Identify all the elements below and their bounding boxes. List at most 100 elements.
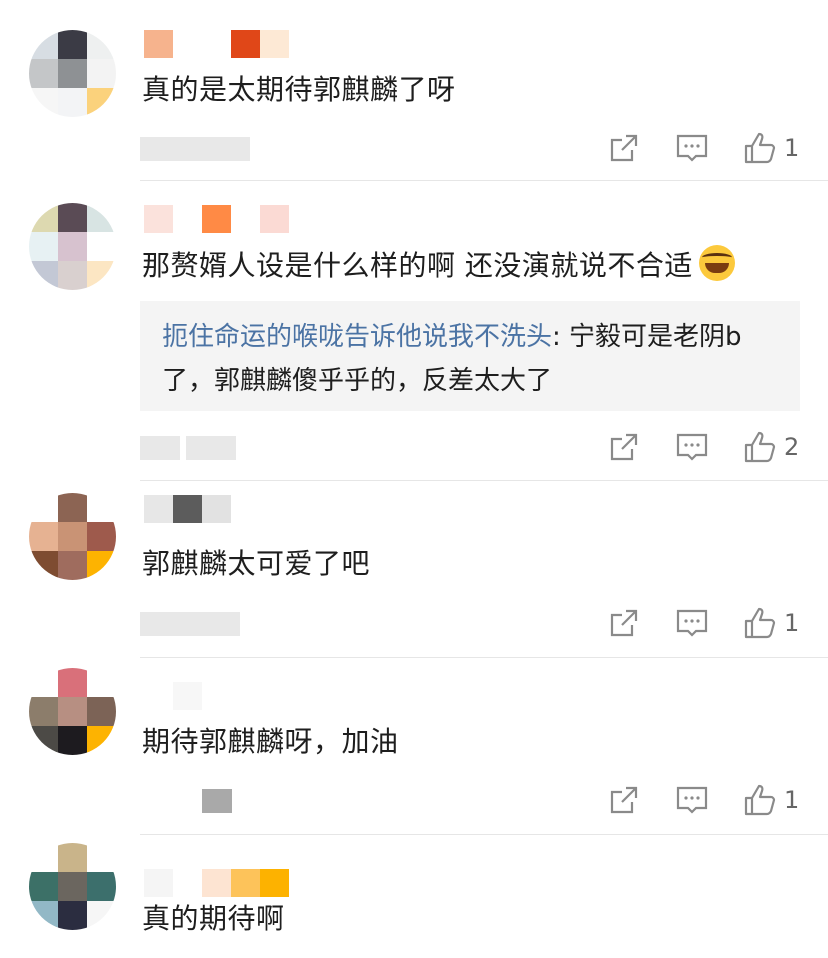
avatar-pixel [29,551,58,580]
avatar-pixel [87,872,116,901]
username-pixel [202,30,231,58]
username-blurred[interactable] [144,682,289,710]
avatar-pixel [87,203,116,232]
comment-item: 郭麒麟太可爱了吧 1 [0,481,828,658]
avatar-pixel [58,59,87,88]
reply-button[interactable] [674,782,710,818]
reply-preview[interactable]: 扼住命运的喉咙告诉他说我不洗头: 宁毅可是老阴b了，郭麒麟傻乎乎的，反差太大了 [140,301,800,411]
avatar-pixel [58,232,87,261]
username-pixel [173,495,202,523]
avatar-pixel [58,88,87,117]
avatar[interactable] [29,843,116,930]
username-pixel [173,682,202,710]
username-pixel [144,205,173,233]
comment-text: 期待郭麒麟呀，加油 [142,725,399,758]
avatar-pixel [29,232,58,261]
share-icon [610,433,638,461]
avatar-pixel [29,872,58,901]
username-pixel [231,869,260,897]
username-pixel [144,682,173,710]
username-pixel [144,869,173,897]
avatar-pixel [87,726,116,755]
avatar-pixel [87,522,116,551]
username-pixel [260,205,289,233]
avatar-pixel [29,203,58,232]
avatar[interactable] [29,203,116,290]
avatar-pixel [29,726,58,755]
avatar-pixel [87,261,116,290]
reply-button[interactable] [674,429,710,465]
username-pixel [260,682,289,710]
laughing-crying-emoji [698,245,735,281]
username-blurred[interactable] [144,495,289,523]
avatar-pixel [58,668,87,697]
share-icon [610,609,638,637]
username-pixel [173,205,202,233]
comment-time-blurred [140,433,236,463]
avatar-pixel [87,232,116,261]
username-pixel [231,682,260,710]
avatar-pixel [29,493,58,522]
avatar[interactable] [29,668,116,755]
username-pixel [202,495,231,523]
avatar-pixel [29,668,58,697]
share-button[interactable] [606,130,642,166]
username-pixel [202,682,231,710]
share-button[interactable] [606,782,642,818]
username-pixel [231,205,260,233]
username-blurred[interactable] [144,205,289,233]
username-pixel [260,30,289,58]
share-icon [610,134,638,162]
avatar-pixel [58,493,87,522]
comment-text: 真的是太期待郭麒麟了呀 [142,73,456,106]
comment-icon [676,786,708,814]
avatar-pixel [29,88,58,117]
avatar-pixel [29,30,58,59]
comment-item: 期待郭麒麟呀，加油 1 [0,658,828,835]
username-blurred[interactable] [144,30,289,58]
avatar-pixel [58,261,87,290]
comment-text: 真的期待啊 [142,902,285,935]
avatar-pixel [87,697,116,726]
reply-button[interactable] [674,605,710,641]
reply-button[interactable] [674,130,710,166]
thumbs-up-icon [744,132,776,164]
thumbs-up-icon [744,784,776,816]
like-button[interactable] [742,130,778,166]
username-pixel [260,869,289,897]
like-button[interactable] [742,605,778,641]
avatar-pixel [87,493,116,522]
avatar-pixel [58,726,87,755]
share-button[interactable] [606,605,642,641]
username-pixel [231,30,260,58]
avatar-pixel [58,551,87,580]
avatar[interactable] [29,493,116,580]
avatar[interactable] [29,30,116,117]
avatar-pixel [58,697,87,726]
comment-item: 真的是太期待郭麒麟了呀 1 [0,0,828,181]
like-count: 1 [784,786,800,814]
comment-time-blurred [140,134,250,164]
username-pixel [202,869,231,897]
share-icon [610,786,638,814]
avatar-pixel [58,843,87,872]
like-count: 2 [784,433,800,461]
username-pixel [231,495,260,523]
comment-icon [676,134,708,162]
avatar-pixel [29,522,58,551]
avatar-pixel [87,901,116,930]
username-blurred[interactable] [144,869,289,897]
like-button[interactable] [742,782,778,818]
like-button[interactable] [742,429,778,465]
like-count: 1 [784,609,800,637]
reply-username[interactable]: 扼住命运的喉咙告诉他说我不洗头 [162,322,552,352]
avatar-pixel [58,522,87,551]
share-button[interactable] [606,429,642,465]
like-count: 1 [784,134,800,162]
avatar-pixel [58,203,87,232]
username-pixel [173,30,202,58]
thumbs-up-icon [744,607,776,639]
avatar-pixel [29,843,58,872]
avatar-pixel [29,261,58,290]
avatar-pixel [29,697,58,726]
